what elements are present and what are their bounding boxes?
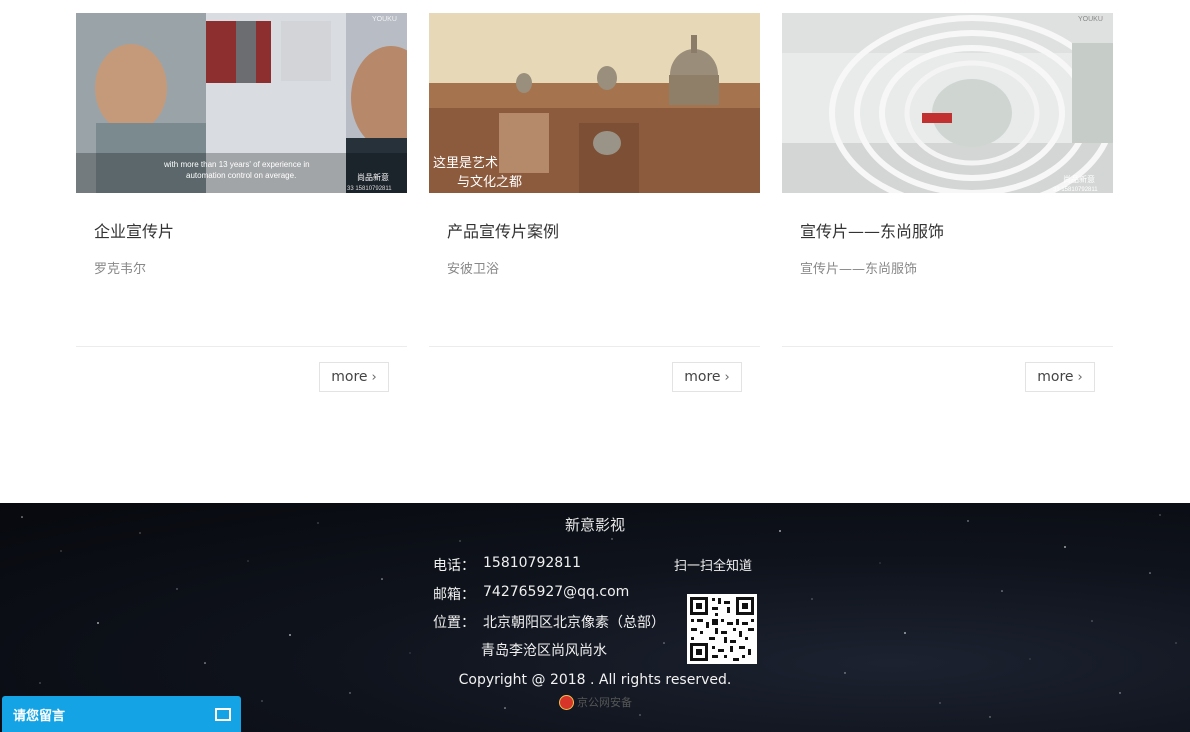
- email-label: 邮箱：: [433, 587, 475, 603]
- more-label: more: [684, 369, 721, 385]
- address-line1: 北京朝阳区北京像素（总部）: [483, 615, 665, 631]
- email-value[interactable]: 742765927@qq.com: [483, 584, 629, 600]
- card-divider: [429, 346, 760, 347]
- qr-code: [687, 594, 757, 664]
- more-label: more: [1037, 369, 1074, 385]
- footer-brand: 新意影视: [564, 516, 625, 534]
- more-button[interactable]: more ›: [1025, 362, 1095, 392]
- address-line2: 青岛李沧区尚风尚水: [481, 643, 607, 659]
- video-card-grid: with more than 13 years' of experience i…: [76, 13, 1113, 403]
- police-badge-text: 京公网安备: [577, 696, 632, 709]
- card-title[interactable]: 产品宣传片案例: [447, 218, 559, 242]
- more-button[interactable]: more ›: [319, 362, 389, 392]
- video-card: YOUKU 尚品新意 33 15810792811 宣传片——东尚服饰 宣传片—…: [782, 13, 1113, 403]
- video-watermark: YOUKU: [1078, 16, 1103, 23]
- police-badge-icon: [559, 694, 574, 710]
- video-thumbnail[interactable]: YOUKU 尚品新意 33 15810792811: [782, 13, 1113, 193]
- video-caption-line1: 这里是艺术: [433, 155, 498, 171]
- more-label: more: [331, 369, 368, 385]
- brand-logo-text: 尚品新意: [357, 172, 389, 182]
- card-subtitle: 宣传片——东尚服饰: [800, 262, 918, 277]
- chevron-right-icon: ›: [371, 369, 377, 385]
- video-card: 这里是艺术 与文化之都 产品宣传片案例 安彼卫浴 more ›: [429, 13, 760, 403]
- brand-logo-text: 尚品新意: [1063, 174, 1095, 184]
- video-caption-line2: automation control on average.: [186, 171, 296, 180]
- video-caption-line1: with more than 13 years' of experience i…: [163, 160, 310, 169]
- video-caption-line2: 与文化之都: [457, 175, 522, 190]
- card-title[interactable]: 企业宣传片: [94, 218, 174, 242]
- phone-watermark: 33 15810792811: [347, 186, 392, 192]
- video-thumbnail[interactable]: with more than 13 years' of experience i…: [76, 13, 407, 193]
- card-divider: [76, 346, 407, 347]
- video-thumbnail[interactable]: 这里是艺术 与文化之都: [429, 13, 760, 193]
- address-label: 位置：: [433, 615, 475, 631]
- more-button[interactable]: more ›: [672, 362, 742, 392]
- maximize-icon[interactable]: [215, 707, 231, 721]
- leave-message-label: 请您留言: [13, 708, 66, 724]
- phone-value[interactable]: 15810792811: [483, 555, 581, 571]
- card-subtitle: 罗克韦尔: [94, 262, 147, 277]
- chevron-right-icon: ›: [724, 369, 730, 385]
- card-subtitle: 安彼卫浴: [447, 262, 500, 277]
- card-divider: [782, 346, 1113, 347]
- copyright-text: Copyright @ 2018 . All rights reserved.: [458, 672, 732, 688]
- chevron-right-icon: ›: [1077, 369, 1083, 385]
- leave-message-bar[interactable]: 请您留言: [2, 696, 241, 732]
- video-watermark: YOUKU: [372, 16, 397, 23]
- qr-title: 扫一扫全知道: [674, 559, 753, 574]
- phone-label: 电话：: [433, 558, 475, 574]
- police-badge[interactable]: 京公网安备: [559, 694, 632, 710]
- phone-watermark: 33 15810792811: [1053, 187, 1098, 193]
- card-title[interactable]: 宣传片——东尚服饰: [800, 218, 944, 242]
- video-card: with more than 13 years' of experience i…: [76, 13, 407, 403]
